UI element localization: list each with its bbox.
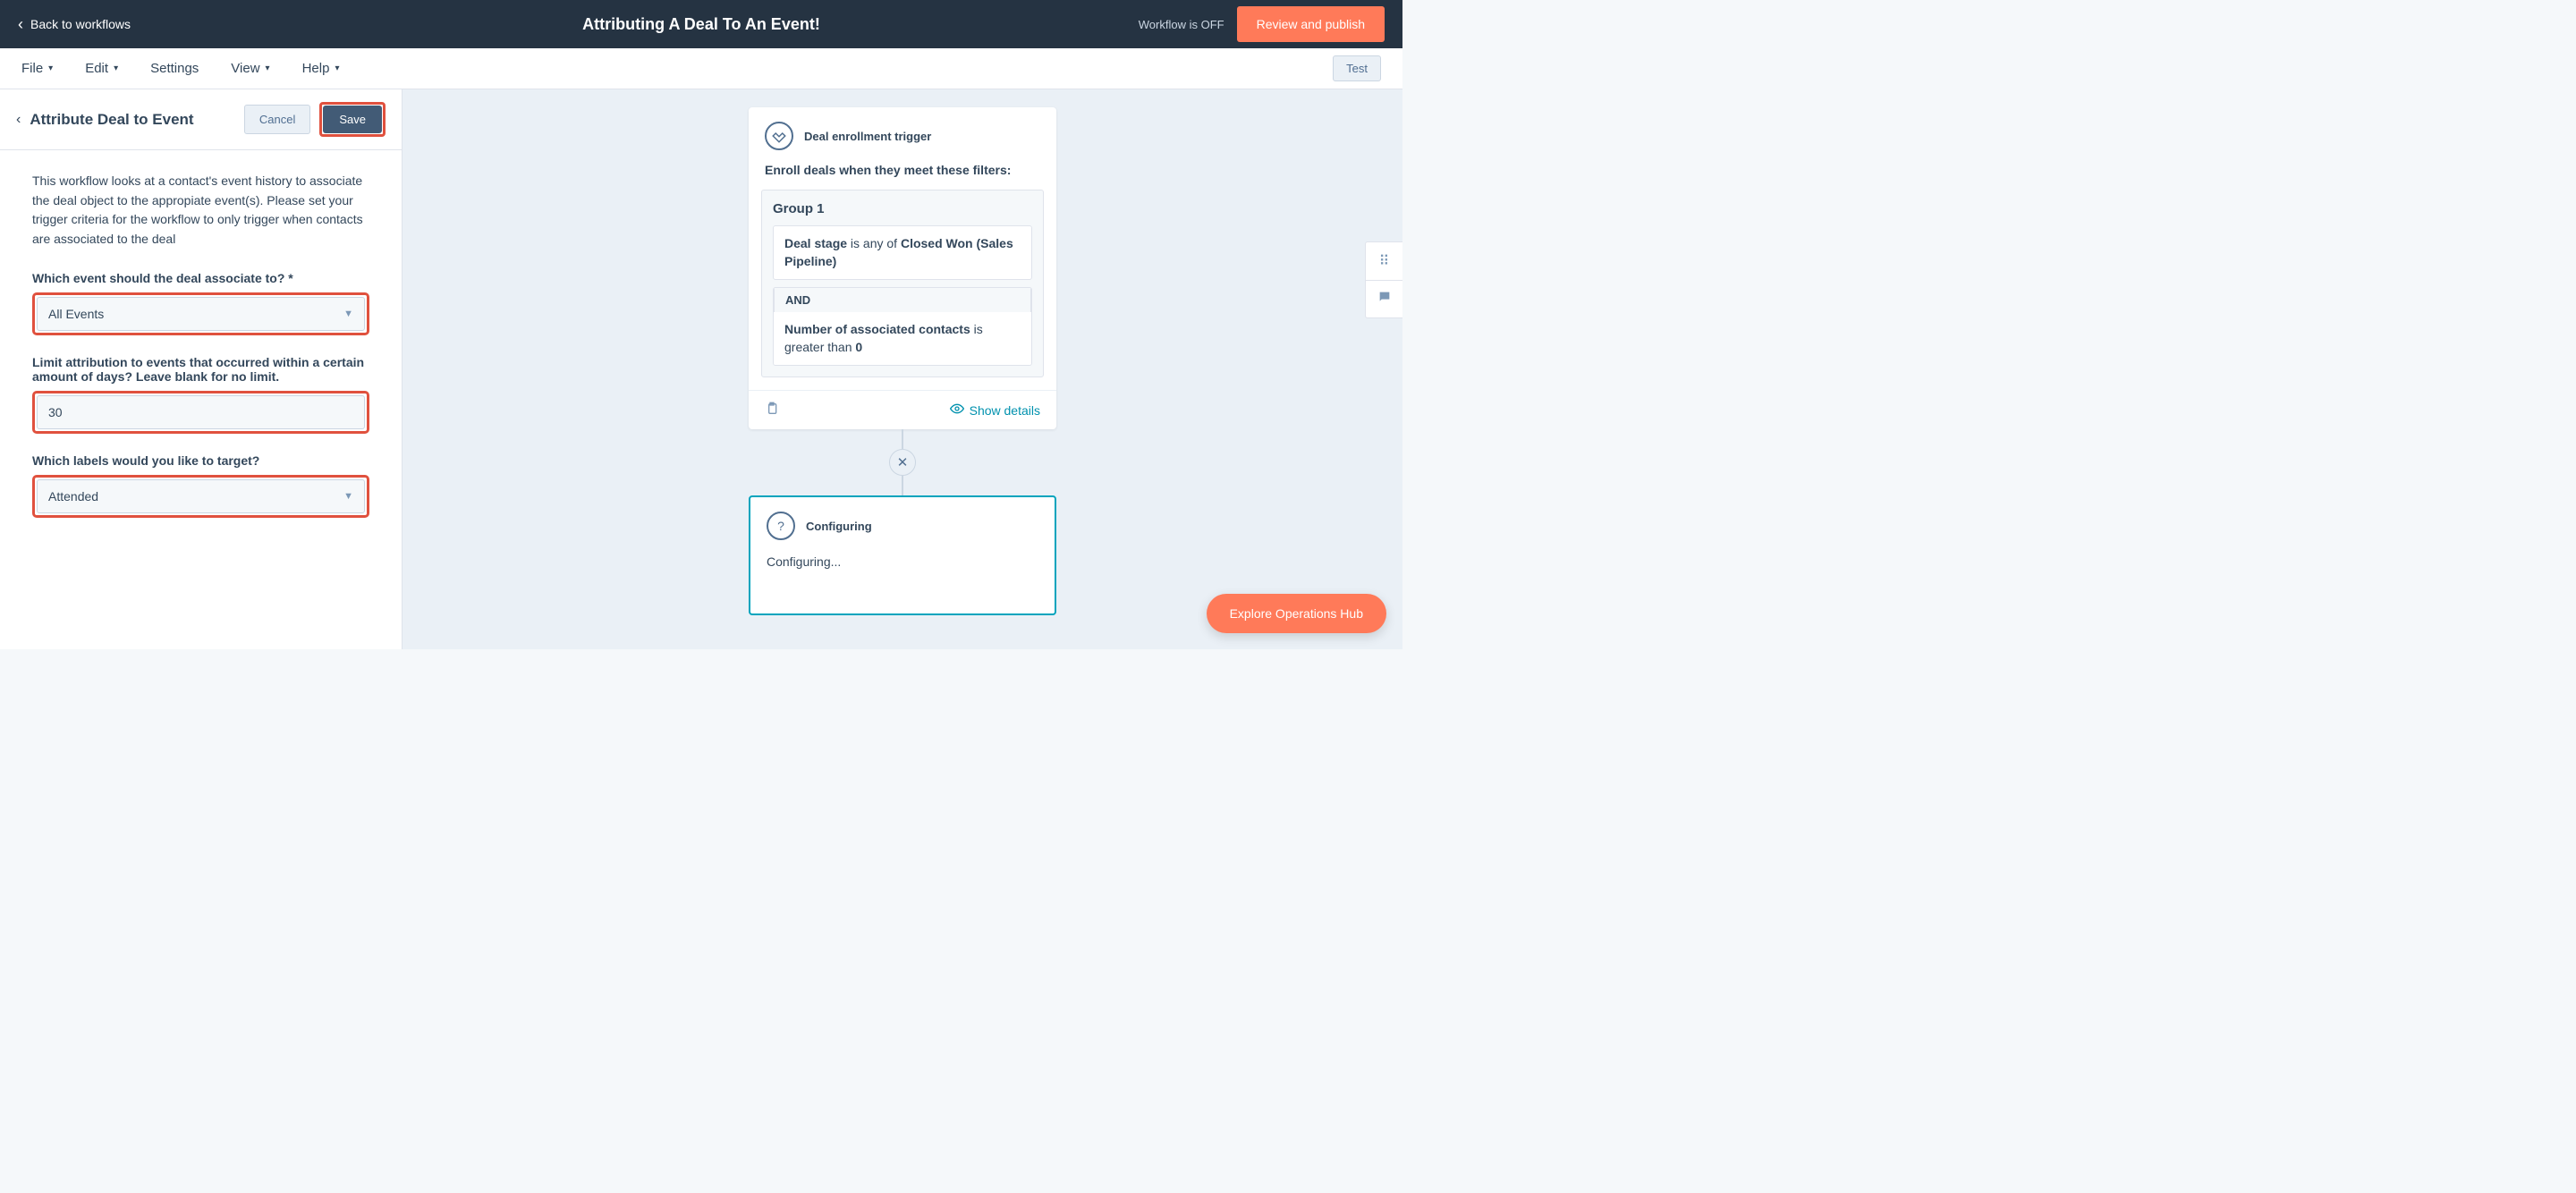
chat-icon (1377, 290, 1392, 309)
sidepanel-back-button[interactable]: ‹ (16, 112, 21, 128)
connector-line (902, 429, 903, 449)
chevron-down-icon: ▾ (48, 63, 53, 73)
chevron-down-icon: ▼ (343, 491, 353, 502)
configuring-body: Configuring... (750, 554, 1055, 613)
grid-icon: ⠿ (1379, 252, 1390, 270)
menu-bar: File ▾ Edit ▾ Settings View ▾ Help ▾ Tes… (0, 48, 1402, 89)
clipboard-icon[interactable] (765, 402, 779, 419)
menu-file[interactable]: File ▾ (21, 61, 53, 76)
event-select-label: Which event should the deal associate to… (32, 271, 369, 285)
save-button[interactable]: Save (323, 106, 382, 133)
test-button[interactable]: Test (1333, 55, 1381, 81)
question-icon: ? (767, 512, 795, 540)
back-label: Back to workflows (30, 17, 131, 31)
workflow-description: This workflow looks at a contact's event… (32, 172, 369, 250)
menu-view[interactable]: View ▾ (231, 61, 269, 76)
menu-help[interactable]: Help ▾ (302, 61, 340, 76)
configuring-card[interactable]: ? Configuring Configuring... (749, 495, 1056, 615)
trigger-title: Deal enrollment trigger (804, 130, 931, 143)
top-bar: ‹ Back to workflows Attributing A Deal T… (0, 0, 1402, 48)
chevron-down-icon: ▾ (266, 63, 270, 73)
and-operator: AND (774, 288, 1031, 312)
side-panel: ‹ Attribute Deal to Event Cancel Save Th… (0, 89, 402, 649)
explore-operations-hub-button[interactable]: Explore Operations Hub (1207, 594, 1386, 633)
chevron-down-icon: ▼ (343, 309, 353, 319)
show-details-link[interactable]: Show details (950, 402, 1040, 419)
cancel-button[interactable]: Cancel (244, 105, 310, 134)
trigger-card[interactable]: Deal enrollment trigger Enroll deals whe… (749, 107, 1056, 429)
workflow-canvas[interactable]: Deal enrollment trigger Enroll deals whe… (402, 89, 1402, 649)
chevron-down-icon: ▾ (335, 63, 339, 73)
labels-select-label: Which labels would you like to target? (32, 453, 369, 468)
page-title: Attributing A Deal To An Event! (582, 15, 820, 34)
handshake-icon (765, 122, 793, 150)
event-select[interactable]: All Events ▼ (37, 297, 365, 331)
review-and-publish-button[interactable]: Review and publish (1237, 6, 1385, 42)
right-rail: ⠿ (1365, 241, 1402, 318)
configuring-title: Configuring (806, 520, 872, 533)
chevron-down-icon: ▾ (114, 63, 118, 73)
chevron-left-icon: ‹ (18, 15, 23, 34)
days-limit-label: Limit attribution to events that occurre… (32, 355, 369, 384)
remove-node-button[interactable]: ✕ (889, 449, 916, 476)
minimap-button[interactable]: ⠿ (1366, 242, 1402, 280)
menu-settings[interactable]: Settings (150, 61, 199, 76)
labels-select[interactable]: Attended ▼ (37, 479, 365, 513)
sidepanel-title: Attribute Deal to Event (30, 111, 235, 129)
days-limit-input[interactable] (37, 395, 365, 429)
filter-group: Group 1 Deal stage is any of Closed Won … (761, 190, 1044, 377)
back-to-workflows-link[interactable]: ‹ Back to workflows (18, 15, 131, 34)
filter-associated-contacts[interactable]: Number of associated contacts is greater… (774, 312, 1031, 365)
filter-deal-stage[interactable]: Deal stage is any of Closed Won (Sales P… (773, 225, 1032, 280)
group-title: Group 1 (773, 201, 1032, 216)
connector-line (902, 476, 903, 495)
eye-icon (950, 402, 964, 419)
workflow-status: Workflow is OFF (1139, 18, 1224, 31)
menu-edit[interactable]: Edit ▾ (85, 61, 118, 76)
comments-button[interactable] (1366, 280, 1402, 317)
enroll-text: Enroll deals when they meet these filter… (749, 157, 1056, 190)
